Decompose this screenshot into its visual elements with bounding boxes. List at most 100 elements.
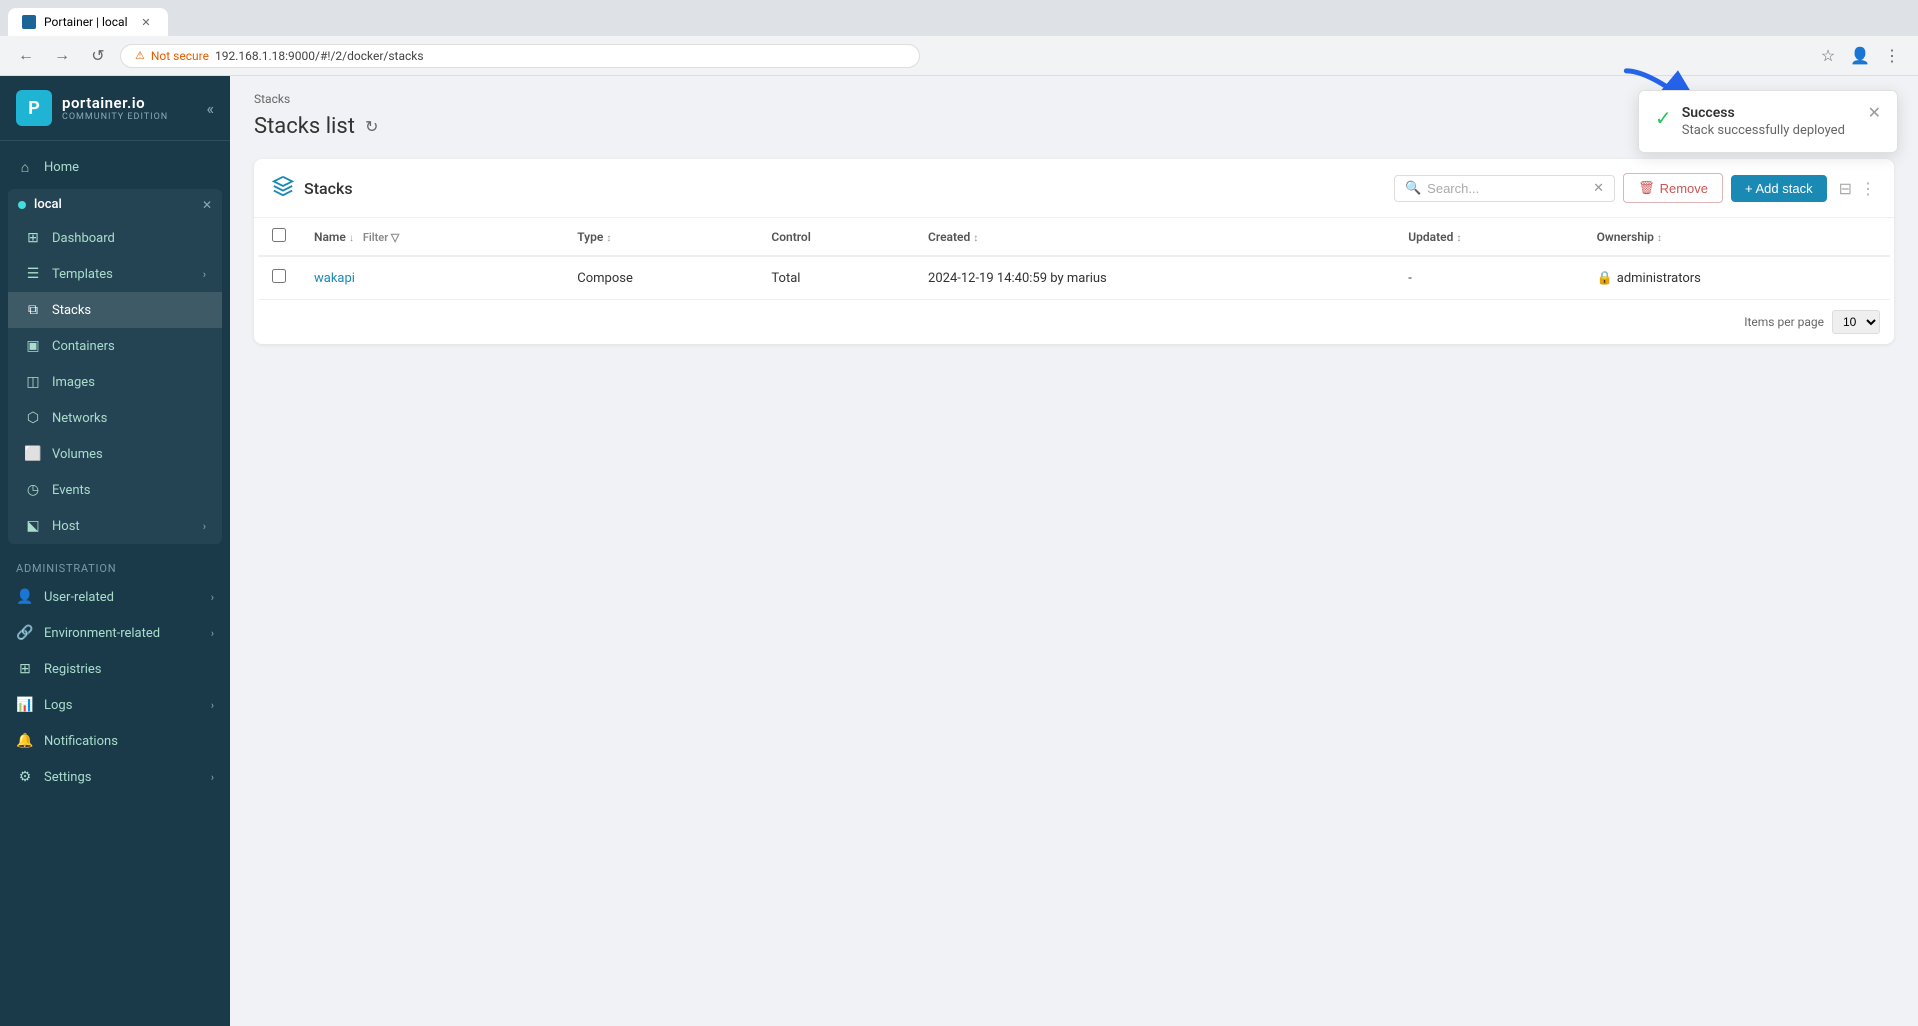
logo-icon: P [16,90,52,126]
logo-text: portainer.io COMMUNITY EDITION [62,94,168,122]
remove-icon: 🗑 [1638,180,1655,196]
address-bar[interactable]: ⚠ Not secure 192.168.1.18:9000/#!/2/dock… [120,44,920,68]
tab-title: Portainer | local [44,15,128,29]
main-content: Stacks Stacks list ↻ Stacks 🔍 [230,76,1918,1026]
sidebar-item-templates-label: Templates [52,267,113,282]
sidebar-item-volumes[interactable]: ⬜ Volumes [8,436,222,472]
forward-button[interactable]: → [48,42,76,70]
sidebar-item-containers[interactable]: ▣ Containers [8,328,222,364]
sidebar-item-notifications-label: Notifications [44,734,118,749]
sidebar-item-environment-related[interactable]: 🔗 Environment-related › [0,615,230,651]
sidebar-item-environment-related-label: Environment-related [44,626,160,641]
add-stack-button[interactable]: + Add stack [1731,175,1827,202]
sidebar-item-user-related[interactable]: 👤 User-related › [0,579,230,615]
toast-close-button[interactable]: ✕ [1868,105,1881,121]
select-all-checkbox[interactable] [272,228,286,242]
name-filter-button[interactable]: Filter ▽ [363,231,400,244]
sidebar-item-home[interactable]: ⌂ Home [0,149,230,185]
sidebar-item-home-label: Home [44,160,79,175]
stacks-panel-icon [272,175,294,202]
settings-icon: ⚙ [16,768,34,786]
panel-title: Stacks [304,179,353,198]
sidebar-item-logs[interactable]: 📊 Logs › [0,687,230,723]
user-related-chevron-icon: › [211,591,214,604]
sidebar-item-events-label: Events [52,483,90,498]
dashboard-icon: ⊞ [24,229,42,247]
remove-button[interactable]: 🗑 Remove [1623,173,1723,203]
sidebar-item-user-related-label: User-related [44,590,114,605]
col-header-type: Type↕ [563,218,757,256]
back-button[interactable]: ← [12,42,40,70]
host-icon: ⬕ [24,517,42,535]
stacks-panel: Stacks 🔍 ✕ 🗑 Remove + Add stack ⊟ [254,159,1894,344]
panel-header: Stacks 🔍 ✕ 🗑 Remove + Add stack ⊟ [254,159,1894,218]
sidebar-item-settings[interactable]: ⚙ Settings › [0,759,230,795]
bookmark-button[interactable]: ☆ [1814,42,1842,70]
sidebar-item-events[interactable]: ◷ Events [8,472,222,508]
user-related-icon: 👤 [16,588,34,606]
sidebar-item-notifications[interactable]: 🔔 Notifications [0,723,230,759]
page-title: Stacks list [254,114,355,139]
sidebar-item-templates[interactable]: ☰ Templates › [8,256,222,292]
environment-related-icon: 🔗 [16,624,34,642]
home-icon: ⌂ [16,158,34,176]
sidebar-logo: P portainer.io COMMUNITY EDITION « [0,76,230,141]
updated-sort-icon[interactable]: ↕ [1456,233,1461,244]
sidebar-item-stacks-label: Stacks [52,303,91,318]
view-toggle-button[interactable]: ⊟ [1839,179,1852,198]
search-clear-button[interactable]: ✕ [1593,181,1604,196]
stack-type: Compose [563,256,757,300]
panel-actions: 🔍 ✕ 🗑 Remove + Add stack ⊟ ⋮ [1394,173,1876,203]
sidebar-item-host[interactable]: ⬕ Host › [8,508,222,544]
search-box: 🔍 ✕ [1394,175,1615,202]
settings-chevron-icon: › [211,771,214,784]
col-header-control: Control [757,218,914,256]
type-sort-icon[interactable]: ↕ [606,233,611,244]
sidebar-collapse-button[interactable]: « [206,99,214,118]
search-input[interactable] [1427,181,1587,196]
table-row: wakapi Compose Total 2024-12-19 14:40:59… [258,256,1890,300]
sidebar-item-stacks[interactable]: ⧉ Stacks [8,292,222,328]
profile-button[interactable]: 👤 [1846,42,1874,70]
row-checkbox[interactable] [272,269,286,283]
ownership-sort-icon[interactable]: ↕ [1657,233,1662,244]
stack-control: Total [757,256,914,300]
name-sort-icon[interactable]: ↓ [349,233,354,244]
sidebar-item-images[interactable]: ◫ Images [8,364,222,400]
notifications-icon: 🔔 [16,732,34,750]
reload-button[interactable]: ↺ [84,42,112,70]
sidebar-item-registries[interactable]: ⊞ Registries [0,651,230,687]
address-text: 192.168.1.18:9000/#!/2/docker/stacks [215,49,424,63]
environment-related-chevron-icon: › [211,627,214,640]
success-toast: ✓ Success Stack successfully deployed ✕ [1638,90,1898,153]
tab-close-button[interactable]: ✕ [138,14,154,30]
menu-button[interactable]: ⋮ [1878,42,1906,70]
sidebar-item-networks-label: Networks [52,411,107,426]
logo-name: portainer.io [62,94,168,112]
refresh-button[interactable]: ↻ [365,117,378,136]
templates-chevron-icon: › [203,268,206,281]
app-layout: P portainer.io COMMUNITY EDITION « ⌂ Hom… [0,76,1918,1026]
search-icon: 🔍 [1405,181,1421,196]
networks-icon: ⬡ [24,409,42,427]
admin-section-label: Administration [0,548,230,579]
items-per-page-select[interactable]: 10 25 50 [1832,310,1880,334]
more-options-button[interactable]: ⋮ [1860,179,1876,198]
sidebar-item-networks[interactable]: ⬡ Networks [8,400,222,436]
sidebar-item-volumes-label: Volumes [52,447,103,462]
local-section: local ✕ ⊞ Dashboard ☰ Templates › ⧉ Stac… [8,189,222,544]
local-close-button[interactable]: ✕ [202,198,212,212]
add-stack-label: + Add stack [1745,181,1813,196]
host-chevron-icon: › [203,520,206,533]
table-container: Name↓ Filter ▽ Type↕ Control Created↕ [254,218,1894,300]
sidebar-item-dashboard[interactable]: ⊞ Dashboard [8,220,222,256]
toast-content: Success Stack successfully deployed [1682,105,1850,138]
created-sort-icon[interactable]: ↕ [973,233,978,244]
sidebar-item-registries-label: Registries [44,662,102,677]
sidebar-item-containers-label: Containers [52,339,115,354]
stack-name-link[interactable]: wakapi [314,271,355,286]
sidebar-nav: ⌂ Home local ✕ ⊞ Dashboard ☰ Templates › [0,141,230,1026]
col-header-updated: Updated↕ [1394,218,1582,256]
browser-tab[interactable]: Portainer | local ✕ [8,8,168,36]
images-icon: ◫ [24,373,42,391]
